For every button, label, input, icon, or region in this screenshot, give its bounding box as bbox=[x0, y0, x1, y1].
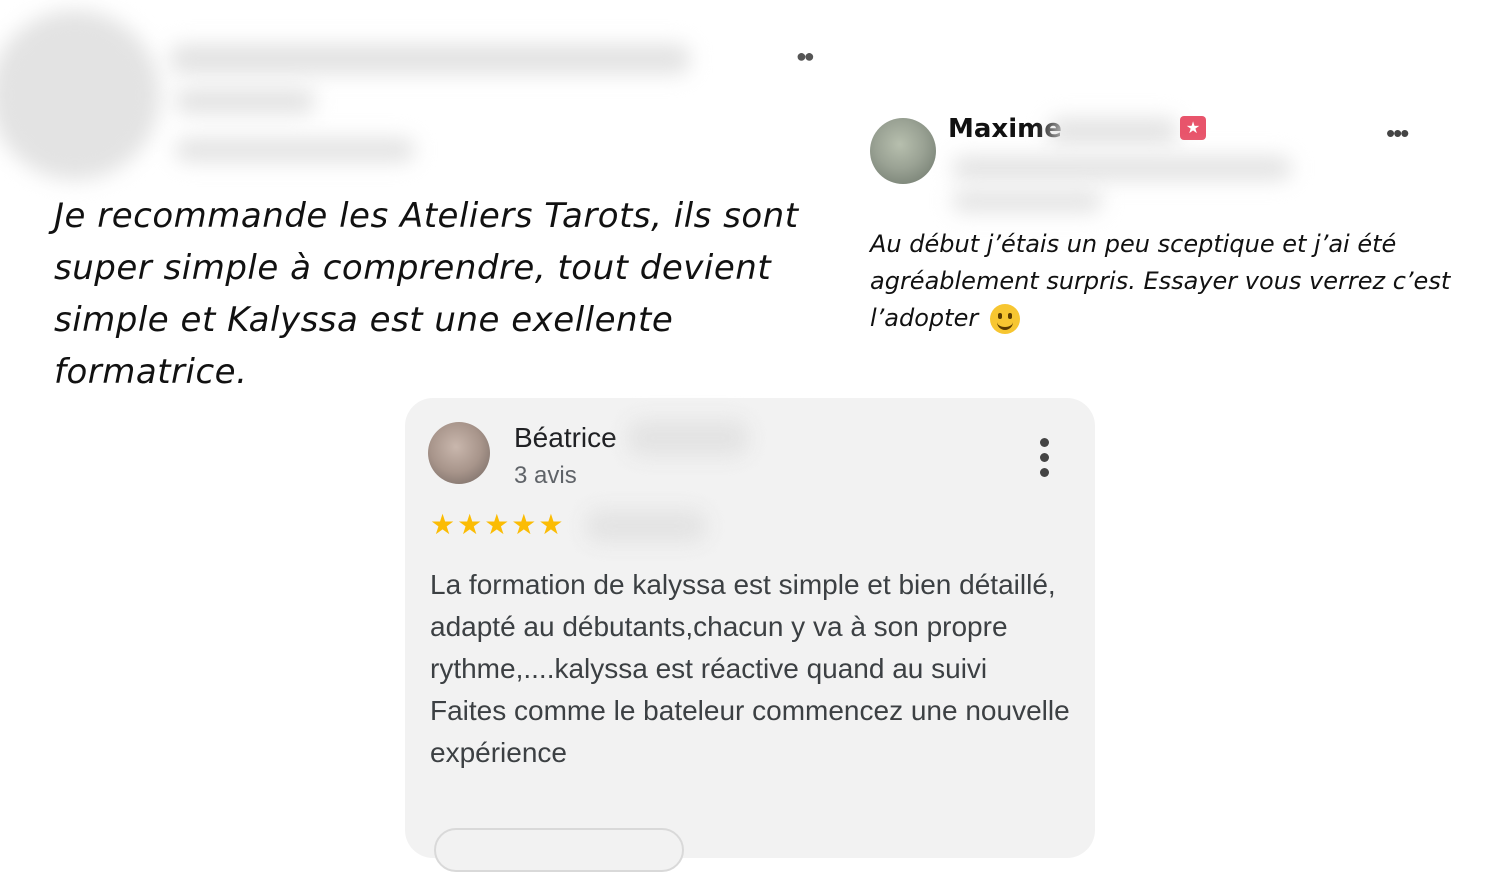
more-options-icon[interactable] bbox=[1038, 438, 1050, 477]
reviewer-name[interactable]: Maxime bbox=[948, 114, 1062, 144]
star-rating: ★★★★★ bbox=[430, 509, 566, 540]
more-options-icon[interactable]: ●● bbox=[796, 46, 815, 67]
review-paragraph: La formation de kalyssa est simple et bi… bbox=[430, 569, 1056, 684]
avatar[interactable] bbox=[870, 118, 936, 184]
blurred-meta bbox=[952, 156, 1292, 180]
maxime-review-text: Au début j’étais un peu sceptique et j’a… bbox=[870, 226, 1470, 337]
blurred-header-text bbox=[170, 44, 690, 74]
beatrice-review-text: La formation de kalyssa est simple et bi… bbox=[430, 564, 1070, 774]
blurred-header-text bbox=[175, 88, 315, 114]
more-options-icon[interactable]: ••• bbox=[1386, 118, 1409, 149]
blurred-surname bbox=[628, 420, 748, 456]
blurred-surname bbox=[1048, 118, 1178, 144]
smiley-icon bbox=[989, 304, 1020, 334]
avatar[interactable] bbox=[428, 422, 490, 484]
blurred-avatar bbox=[0, 10, 160, 180]
reaction-chip[interactable] bbox=[434, 828, 684, 872]
reviewer-name[interactable]: Béatrice bbox=[514, 422, 617, 454]
star-badge-icon: ★ bbox=[1180, 116, 1206, 140]
review-count: 3 avis bbox=[514, 462, 577, 489]
blurred-meta bbox=[952, 190, 1102, 212]
blurred-header-text bbox=[175, 138, 415, 162]
maxime-review-body: Au début j’étais un peu sceptique et j’a… bbox=[870, 230, 1451, 332]
blurred-date bbox=[586, 510, 706, 542]
review-paragraph: Faites comme le bateleur commencez une n… bbox=[430, 695, 1070, 768]
left-review-text: Je recommande les Ateliers Tarots, ils s… bbox=[54, 196, 799, 392]
